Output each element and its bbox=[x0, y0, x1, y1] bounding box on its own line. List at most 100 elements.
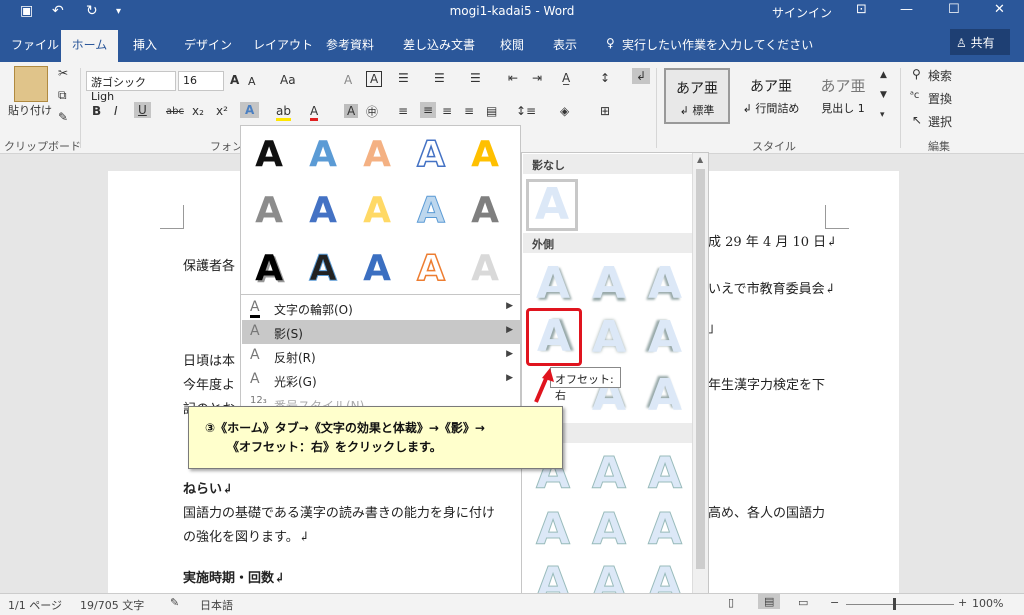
style-scroll-up-icon[interactable]: ▲ bbox=[880, 70, 887, 80]
increase-indent-icon[interactable]: ⇥ bbox=[532, 71, 542, 85]
tell-me-input[interactable]: 実行したい作業を入力してください bbox=[622, 36, 813, 53]
word-count[interactable]: 19/705 文字 bbox=[80, 597, 144, 613]
tab-references[interactable]: 参考資料 bbox=[326, 36, 374, 53]
char-shading-icon[interactable]: A bbox=[344, 104, 359, 118]
style-scroll-down-icon[interactable]: ▼ bbox=[880, 90, 887, 100]
show-marks-icon[interactable]: ↲ bbox=[632, 68, 651, 84]
minimize-icon[interactable]: — bbox=[900, 2, 913, 17]
text-effects-gallery[interactable]: A A A A A A A A A A A A A A A bbox=[240, 125, 521, 295]
share-button[interactable]: ♙ 共有 bbox=[950, 29, 1010, 55]
effect-preset[interactable]: A bbox=[357, 134, 397, 175]
enclose-char-icon[interactable]: ㊥ bbox=[366, 103, 378, 120]
tab-mailings[interactable]: 差し込み文書 bbox=[403, 36, 475, 53]
superscript-icon[interactable]: x² bbox=[216, 104, 228, 118]
strikethrough-icon[interactable]: abc bbox=[166, 106, 184, 117]
menu-glow[interactable]: A 光彩(G) ▶ bbox=[242, 368, 521, 392]
effect-preset[interactable]: A bbox=[465, 134, 505, 175]
cut-icon[interactable]: ✂ bbox=[58, 66, 68, 80]
shadow-none-option[interactable]: A bbox=[526, 179, 578, 231]
zoom-out-icon[interactable]: − bbox=[830, 596, 839, 609]
copy-icon[interactable]: ⧉ bbox=[58, 88, 67, 103]
effect-preset[interactable]: A bbox=[411, 247, 451, 290]
shadow-inner-option[interactable]: A bbox=[584, 448, 634, 499]
justify-icon[interactable]: ≡ bbox=[464, 104, 474, 118]
bullets-icon[interactable]: ☰ bbox=[398, 71, 409, 85]
grow-font-icon[interactable]: A bbox=[230, 73, 239, 87]
effect-preset[interactable]: A bbox=[249, 248, 289, 289]
shadow-inner-option[interactable]: A bbox=[528, 504, 578, 555]
menu-shadow[interactable]: A 影(S) ▶ bbox=[242, 320, 521, 344]
effect-preset[interactable]: A bbox=[249, 134, 289, 175]
signin-link[interactable]: サインイン bbox=[772, 4, 832, 21]
effect-preset[interactable]: A bbox=[411, 133, 451, 176]
shadow-offset-option[interactable]: A bbox=[640, 313, 690, 363]
tab-view[interactable]: 表示 bbox=[553, 36, 577, 53]
font-color-icon[interactable]: A bbox=[310, 104, 319, 121]
font-name-select[interactable]: 游ゴシック Ligh bbox=[86, 71, 176, 103]
italic-icon[interactable]: I bbox=[114, 104, 118, 118]
tab-home[interactable]: ホーム bbox=[61, 30, 118, 62]
paste-button[interactable]: 貼り付け bbox=[8, 102, 52, 118]
scroll-thumb[interactable] bbox=[696, 169, 705, 569]
menu-outline[interactable]: A 文字の輪郭(O) ▶ bbox=[242, 296, 521, 320]
read-mode-icon[interactable]: ▯ bbox=[728, 596, 734, 609]
clear-format-icon[interactable]: A bbox=[344, 73, 352, 87]
sort-icon[interactable]: ↕ bbox=[600, 71, 610, 85]
menu-reflection[interactable]: A 反射(R) ▶ bbox=[242, 344, 521, 368]
shadow-offset-right-option[interactable]: A bbox=[526, 308, 582, 366]
tab-design[interactable]: デザイン bbox=[184, 36, 232, 53]
char-border-icon[interactable]: A bbox=[366, 71, 383, 87]
bold-icon[interactable]: B bbox=[92, 104, 101, 118]
zoom-level[interactable]: 100% bbox=[972, 597, 1003, 610]
select-button[interactable]: 選択 bbox=[928, 113, 952, 130]
style-no-spacing[interactable]: あア亜 ↲ 行間詰め bbox=[738, 68, 804, 124]
effect-preset[interactable]: A bbox=[357, 190, 397, 231]
zoom-in-icon[interactable]: + bbox=[958, 596, 967, 609]
close-icon[interactable]: ✕ bbox=[994, 2, 1005, 17]
shadow-offset-option[interactable]: A bbox=[640, 259, 690, 309]
replace-button[interactable]: 置換 bbox=[928, 90, 952, 107]
language-status[interactable]: 日本語 bbox=[200, 597, 233, 613]
underline-icon[interactable]: U bbox=[134, 102, 151, 118]
distribute-icon[interactable]: ▤ bbox=[486, 104, 497, 118]
numbering-icon[interactable]: ☰ bbox=[434, 71, 445, 85]
zoom-slider[interactable] bbox=[846, 604, 954, 605]
text-effects-icon[interactable]: A bbox=[240, 102, 260, 118]
shadow-offset-option[interactable]: A bbox=[584, 313, 634, 363]
print-layout-icon[interactable]: ▤ bbox=[758, 594, 781, 609]
shadow-offset-option[interactable]: A bbox=[584, 259, 634, 309]
tab-layout[interactable]: レイアウト bbox=[253, 36, 313, 53]
select-icon[interactable]: ↖ bbox=[912, 113, 922, 127]
shadow-inner-option[interactable]: A bbox=[584, 504, 634, 555]
subscript-icon[interactable]: x₂ bbox=[192, 104, 204, 118]
web-layout-icon[interactable]: ▭ bbox=[798, 596, 808, 609]
scroll-up-icon[interactable]: ▲ bbox=[697, 155, 703, 164]
style-more-icon[interactable]: ▾ bbox=[880, 110, 885, 120]
maximize-icon[interactable]: ☐ bbox=[948, 2, 960, 17]
zoom-slider-thumb[interactable] bbox=[893, 598, 896, 610]
find-button[interactable]: 検索 bbox=[928, 67, 952, 84]
effect-preset[interactable]: A bbox=[465, 248, 505, 289]
decrease-indent-icon[interactable]: ⇤ bbox=[508, 71, 518, 85]
style-heading-1[interactable]: あア亜 見出し 1 bbox=[810, 68, 876, 124]
tab-file[interactable]: ファイル bbox=[11, 36, 59, 53]
shading-icon[interactable]: ◈ bbox=[560, 104, 569, 118]
shadow-offset-option[interactable]: A bbox=[640, 371, 690, 421]
page-count[interactable]: 1/1 ページ bbox=[8, 597, 62, 613]
find-icon[interactable]: ⚲ bbox=[912, 67, 921, 81]
shadow-inner-option[interactable]: A bbox=[640, 504, 690, 555]
tab-review[interactable]: 校閲 bbox=[500, 36, 524, 53]
format-painter-icon[interactable]: ✎ bbox=[58, 110, 68, 124]
align-center-icon[interactable]: ≡ bbox=[420, 102, 437, 118]
proofing-icon[interactable]: ✎ bbox=[170, 596, 179, 609]
highlight-icon[interactable]: ab bbox=[276, 104, 291, 121]
effect-preset[interactable]: A bbox=[465, 190, 505, 231]
ribbon-display-icon[interactable]: ⊡ bbox=[856, 2, 867, 17]
asian-layout-icon[interactable]: A̲ bbox=[562, 71, 570, 85]
effect-preset[interactable]: A bbox=[357, 248, 397, 289]
shrink-font-icon[interactable]: A bbox=[248, 75, 256, 88]
shadow-offset-option[interactable]: A bbox=[528, 259, 578, 309]
style-normal[interactable]: あア亜 ↲ 標準 bbox=[664, 68, 730, 124]
effect-preset[interactable]: A bbox=[411, 190, 451, 232]
shadow-inner-option[interactable]: A bbox=[640, 448, 690, 499]
